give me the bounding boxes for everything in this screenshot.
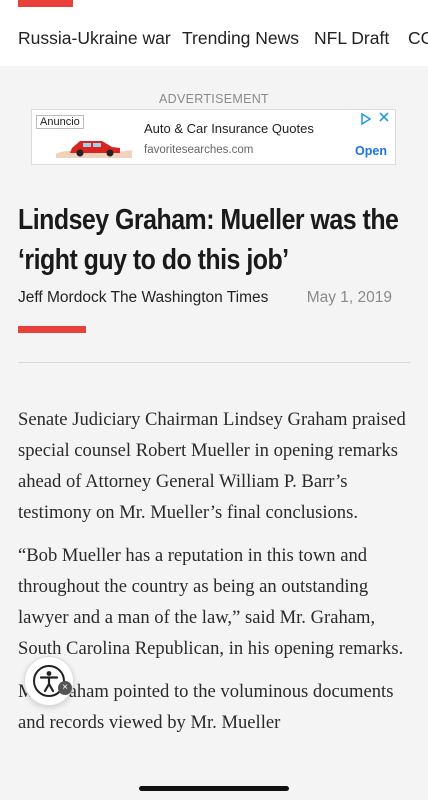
article-byline[interactable]: Jeff Mordock The Washington Times xyxy=(18,289,268,307)
article-headline: Lindsey Graham: Mueller was the ‘right g… xyxy=(18,204,399,276)
nav-item-nfl-draft[interactable]: NFL Draft xyxy=(314,28,389,49)
article-body: Senate Judiciary Chairman Lindsey Graham… xyxy=(18,404,410,750)
car-in-hand-image xyxy=(56,141,132,158)
divider xyxy=(18,362,410,363)
topic-nav: Russia-Ukraine war Trending News NFL Dra… xyxy=(0,10,428,67)
top-strip xyxy=(0,0,428,10)
home-indicator xyxy=(139,786,289,791)
accessibility-close-icon[interactable]: × xyxy=(58,681,72,695)
adchoices-icon[interactable] xyxy=(359,112,373,126)
paragraph: “Bob Mueller has a reputation in this to… xyxy=(18,545,404,659)
ad-open-button[interactable]: Open xyxy=(355,144,387,158)
ad-title[interactable]: Auto & Car Insurance Quotes xyxy=(144,121,314,136)
nav-item-trending[interactable]: Trending News xyxy=(182,28,299,49)
headline-accent-bar xyxy=(18,326,86,333)
nav-item-more[interactable]: CO xyxy=(408,28,428,49)
ad-banner[interactable]: Anuncio Auto & Car Insurance Quotes favo… xyxy=(31,109,396,165)
nav-item-russia-ukraine[interactable]: Russia-Ukraine war xyxy=(18,28,171,49)
top-accent-bar xyxy=(18,0,73,7)
ad-tag: Anuncio xyxy=(36,115,84,129)
close-icon[interactable] xyxy=(377,110,391,124)
ad-url: favoritesearches.com xyxy=(144,144,254,156)
ad-label: ADVERTISEMENT xyxy=(159,92,269,106)
article-date: May 1, 2019 xyxy=(306,289,392,306)
paragraph: Senate Judiciary Chairman Lindsey Graham… xyxy=(18,409,406,523)
paragraph: Mr. Graham pointed to the voluminous doc… xyxy=(18,681,394,733)
